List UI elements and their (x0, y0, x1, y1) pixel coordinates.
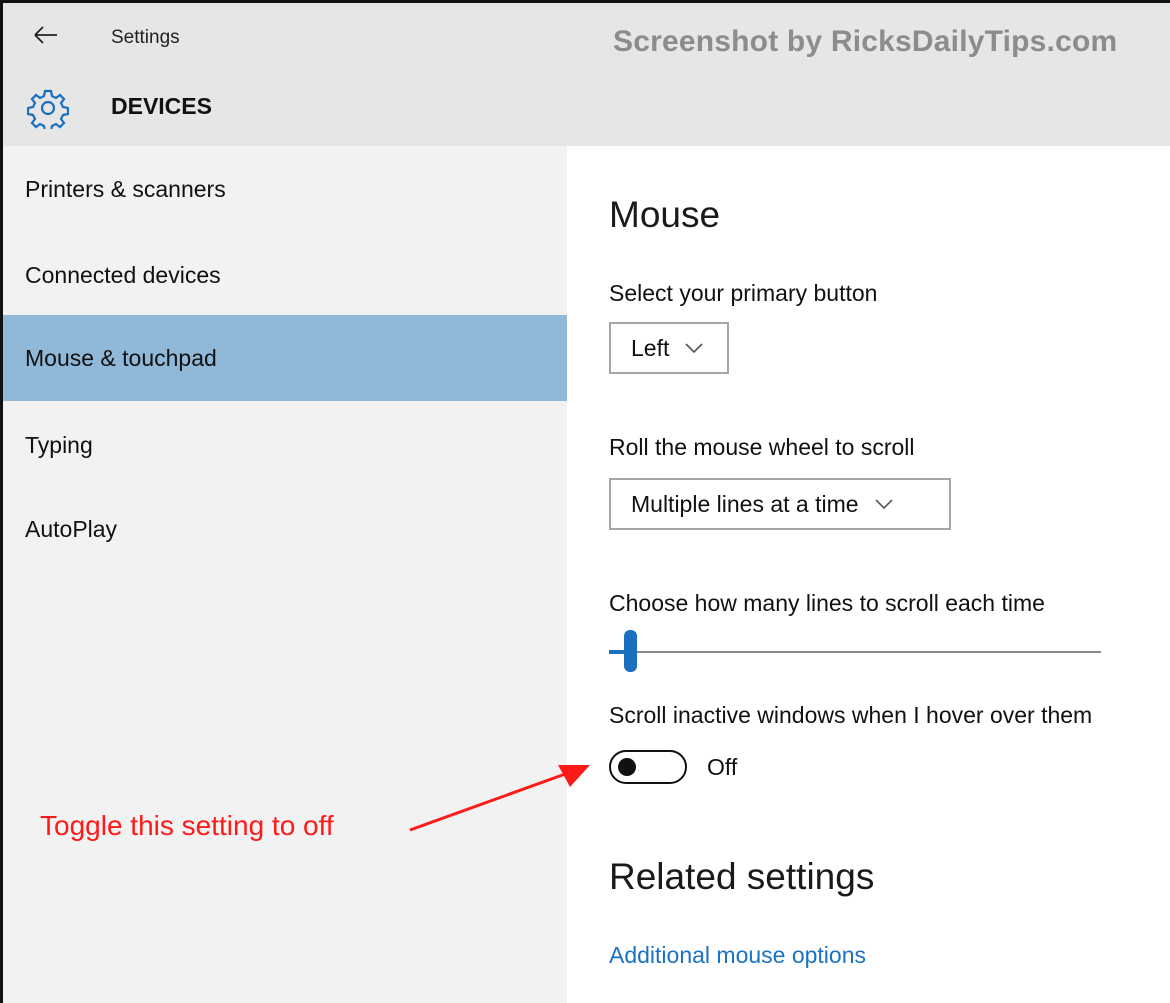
main-content: Mouse Select your primary button Left Ro… (567, 146, 1170, 1003)
gear-icon (27, 89, 69, 129)
sidebar: Printers & scanners Connected devices Mo… (3, 146, 567, 1003)
toggle-knob (618, 758, 636, 776)
annotation-text: Toggle this setting to off (40, 810, 334, 841)
inactive-scroll-label: Scroll inactive windows when I hover ove… (609, 702, 1093, 728)
dropdown-value: Left (631, 334, 670, 361)
related-settings-title: Related settings (609, 856, 875, 897)
chevron-down-icon (685, 343, 703, 353)
chevron-down-icon (874, 499, 893, 509)
lines-slider-label: Choose how many lines to scroll each tim… (609, 590, 1045, 616)
additional-mouse-options-link[interactable]: Additional mouse options (609, 942, 866, 969)
title-bar: Settings Screenshot by RicksDailyTips.co… (3, 3, 1170, 146)
section-title: DEVICES (111, 93, 212, 119)
toggle-state-text: Off (707, 754, 738, 780)
back-button[interactable] (33, 25, 63, 51)
sidebar-item-label: Mouse & touchpad (25, 344, 217, 371)
watermark: Screenshot by RicksDailyTips.com (613, 25, 1118, 58)
lines-slider-track[interactable] (609, 651, 1101, 653)
sidebar-item-label: AutoPlay (25, 515, 118, 542)
sidebar-item-label: Connected devices (25, 261, 221, 288)
sidebar-item-mouse-touchpad[interactable]: Mouse & touchpad (3, 315, 567, 401)
lines-slider-thumb[interactable] (623, 630, 637, 672)
arrow-left-icon (34, 26, 57, 44)
sidebar-item-typing[interactable]: Typing (3, 402, 567, 488)
sidebar-item-connected-devices[interactable]: Connected devices (3, 232, 567, 318)
annotation-arrow-icon (409, 765, 590, 832)
wheel-scroll-dropdown[interactable]: Multiple lines at a time (609, 478, 951, 530)
app-title: Settings (111, 27, 180, 48)
sidebar-item-label: Printers & scanners (25, 175, 226, 202)
dropdown-value: Multiple lines at a time (631, 490, 859, 517)
inactive-scroll-toggle[interactable] (609, 750, 687, 784)
primary-button-label: Select your primary button (609, 280, 878, 306)
sidebar-item-label: Typing (25, 431, 93, 458)
page-title: Mouse (609, 194, 721, 235)
sidebar-item-printers-scanners[interactable]: Printers & scanners (3, 146, 567, 232)
wheel-scroll-label: Roll the mouse wheel to scroll (609, 434, 915, 460)
sidebar-item-autoplay[interactable]: AutoPlay (3, 486, 567, 572)
primary-button-dropdown[interactable]: Left (609, 322, 729, 374)
